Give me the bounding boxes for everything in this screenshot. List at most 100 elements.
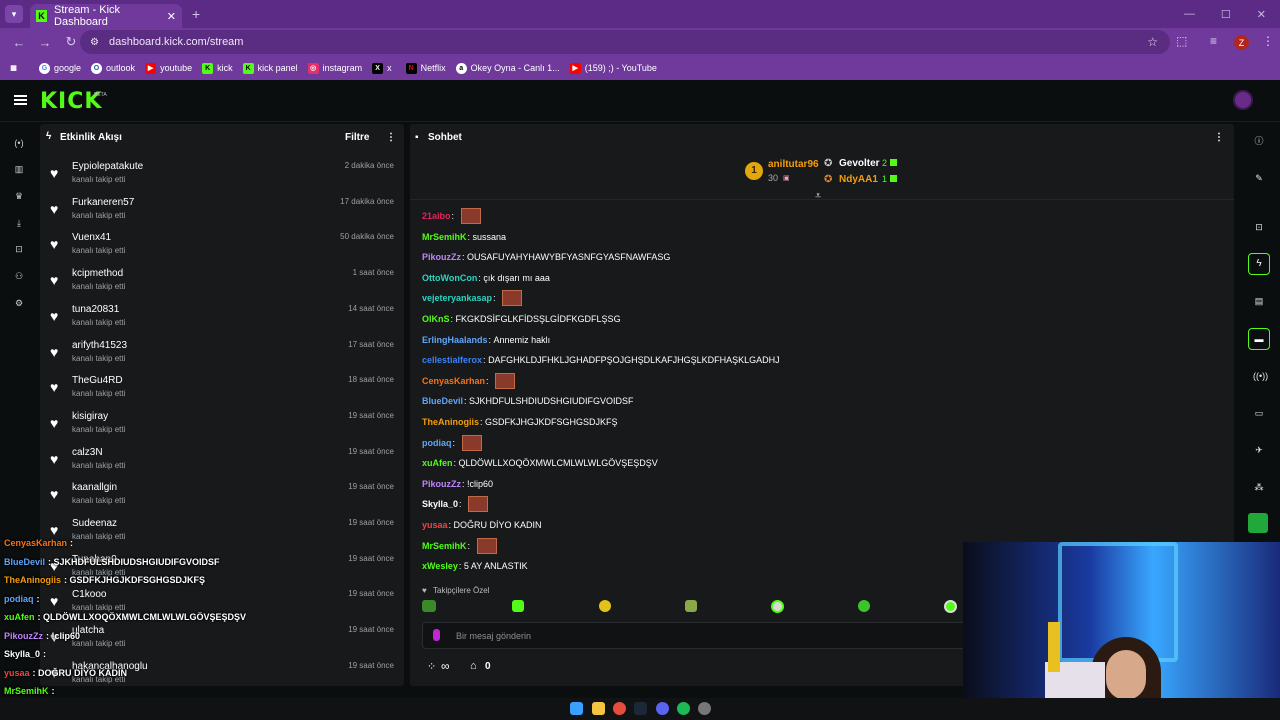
chat-username[interactable]: yusaa <box>422 520 448 530</box>
bookmark-kick[interactable]: Kkick <box>202 62 233 74</box>
reload-icon[interactable]: ↻ <box>64 34 78 50</box>
start-icon[interactable] <box>570 702 583 715</box>
chrome-icon[interactable] <box>613 702 626 715</box>
tab-search-button[interactable]: ▾ <box>5 5 23 23</box>
browser-tab[interactable]: K Stream - Kick Dashboard ✕ <box>30 4 182 28</box>
url-field[interactable]: ⚙ dashboard.kick.com/stream ☆ <box>80 30 1170 54</box>
chat-username[interactable]: vejeteryankasap <box>422 293 492 303</box>
event-username[interactable]: C1kooo <box>72 589 106 600</box>
chat-username[interactable]: PikouzZz <box>422 479 461 489</box>
chat-username[interactable]: 21aibo <box>422 211 451 221</box>
forward-icon[interactable]: → <box>38 35 52 50</box>
chat-username[interactable]: MrSemihK <box>422 541 467 551</box>
chat-username[interactable]: ErlingHaalands <box>422 335 488 345</box>
emote-icon[interactable] <box>858 600 870 612</box>
upload-icon[interactable]: ⤓ <box>12 216 26 230</box>
emote-icon[interactable] <box>422 600 436 612</box>
leader-name[interactable]: NdyAA1 <box>839 174 878 185</box>
maximize-icon[interactable]: ☐ <box>1221 8 1231 21</box>
close-tab-icon[interactable]: ✕ <box>167 10 176 23</box>
bookmark-okey[interactable]: a Okey Oyna - Canlı 1... <box>455 62 560 74</box>
chat-input[interactable]: Bir mesaj gönderin <box>422 622 967 649</box>
chat-username[interactable]: CenyasKarhan <box>422 376 485 386</box>
filter-button[interactable]: Filtre <box>345 132 369 143</box>
event-username[interactable]: Vuenx41 <box>72 232 111 243</box>
chat-username[interactable]: TheAninogiis <box>422 417 479 427</box>
chat-username[interactable]: xuAfen <box>422 458 453 468</box>
chat-username[interactable]: Skylla_0 <box>422 499 458 509</box>
leader-name[interactable]: Gevolter <box>839 158 880 169</box>
file-explorer-icon[interactable] <box>592 702 605 715</box>
user-avatar[interactable] <box>1233 90 1253 110</box>
event-username[interactable]: kaanallgin <box>72 482 117 493</box>
chat-username[interactable]: podiaq <box>422 438 452 448</box>
discord-icon[interactable] <box>656 702 669 715</box>
event-username[interactable]: Eypiolepatakute <box>72 161 143 172</box>
spotify-icon[interactable] <box>677 702 690 715</box>
quick-actions-icon[interactable]: ϟ <box>1248 253 1270 275</box>
chat-username[interactable]: cellestialferox <box>422 355 482 365</box>
broadcast-icon[interactable]: ((•)) <box>1253 370 1268 382</box>
bookmark-youtube[interactable]: ▶ youtube <box>145 62 192 74</box>
bookmark-instagram[interactable]: ◎ instagram <box>307 62 362 74</box>
media-controls-icon[interactable]: ≡ <box>1210 34 1217 48</box>
tools-icon[interactable]: ✈ <box>1253 444 1265 456</box>
event-username[interactable]: kcipmethod <box>72 268 123 279</box>
leader-name[interactable]: aniltutar96 <box>768 159 819 170</box>
edit-icon[interactable]: ✎ <box>1253 172 1265 184</box>
settings-icon[interactable]: ⚙ <box>12 296 26 310</box>
store-icon[interactable]: ⌂ <box>470 660 477 672</box>
chat-username[interactable]: MrSemihK <box>422 232 467 242</box>
trophy-icon[interactable]: ♛ <box>12 189 26 203</box>
browser-menu-icon[interactable]: ⋮ <box>1262 34 1274 48</box>
back-icon[interactable]: ← <box>12 35 26 50</box>
event-username[interactable]: Furkaneren57 <box>72 197 134 208</box>
chat-toggle-icon[interactable]: ▬ <box>1248 328 1270 350</box>
info-icon[interactable]: ⓘ <box>1253 135 1265 147</box>
event-username[interactable]: calz3N <box>72 447 103 458</box>
event-username[interactable]: Sudeenaz <box>72 518 117 529</box>
expand-leaderboard-icon[interactable]: ⩡ <box>815 190 821 203</box>
event-username[interactable]: arifyth41523 <box>72 340 127 351</box>
analytics-icon[interactable]: ▥ <box>12 162 26 176</box>
chat-username[interactable]: PikouzZz <box>422 252 461 262</box>
profile-avatar[interactable]: Z <box>1234 35 1249 50</box>
activity-more-icon[interactable]: ⋮ <box>386 132 396 143</box>
menu-icon[interactable] <box>14 95 27 105</box>
bookmark-star-icon[interactable]: ☆ <box>1147 35 1158 49</box>
chat-username[interactable]: OttoWonCon <box>422 273 477 283</box>
close-window-icon[interactable]: ✕ <box>1257 8 1266 21</box>
chat-username[interactable]: BlueDevil <box>422 396 463 406</box>
layout-icon[interactable]: ▭ <box>1253 407 1265 419</box>
event-username[interactable]: tuna20831 <box>72 304 119 315</box>
extensions-icon[interactable]: ⬚ <box>1176 34 1187 48</box>
bookmark-outlook[interactable]: Ooutlook <box>91 62 135 74</box>
event-username[interactable]: kisigiray <box>72 411 108 422</box>
bookmark-netflix[interactable]: N Netflix <box>405 62 446 74</box>
community-icon[interactable]: ⚇ <box>12 269 26 283</box>
emote-icon[interactable] <box>944 600 957 613</box>
live-broadcast-icon[interactable]: (•) <box>12 136 26 150</box>
minimize-icon[interactable]: — <box>1184 8 1195 21</box>
integrations-icon[interactable]: ⁂ <box>1253 481 1265 493</box>
chat-username[interactable]: OlKnS <box>422 314 450 324</box>
steam-icon[interactable] <box>634 702 647 715</box>
site-info-icon[interactable]: ⚙ <box>90 37 99 48</box>
chat-more-icon[interactable]: ⋮ <box>1214 132 1224 143</box>
emote-icon[interactable] <box>599 600 611 612</box>
apps-grid-icon[interactable]: ▦ <box>8 63 23 74</box>
emote-icon[interactable] <box>771 600 784 613</box>
chat-username[interactable]: xWesley <box>422 561 458 571</box>
microphone-icon[interactable] <box>433 629 440 641</box>
bookmark-google[interactable]: Ggoogle <box>39 62 81 74</box>
moderation-icon[interactable]: ⊡ <box>12 242 26 256</box>
capture-icon[interactable]: ⊡ <box>1253 221 1265 233</box>
bookmark-youtube-159[interactable]: ▶ (159) ;) - YouTube <box>569 62 657 74</box>
notes-icon[interactable]: ▤ <box>1253 295 1265 307</box>
channel-points-icon[interactable]: ⁘ <box>427 660 436 673</box>
app-icon[interactable] <box>1248 513 1268 533</box>
bookmark-x[interactable]: Xx <box>372 62 392 74</box>
event-username[interactable]: TheGu4RD <box>72 375 123 386</box>
bookmark-kick-panel[interactable]: Kkick panel <box>242 62 298 74</box>
emote-icon[interactable] <box>512 600 524 612</box>
